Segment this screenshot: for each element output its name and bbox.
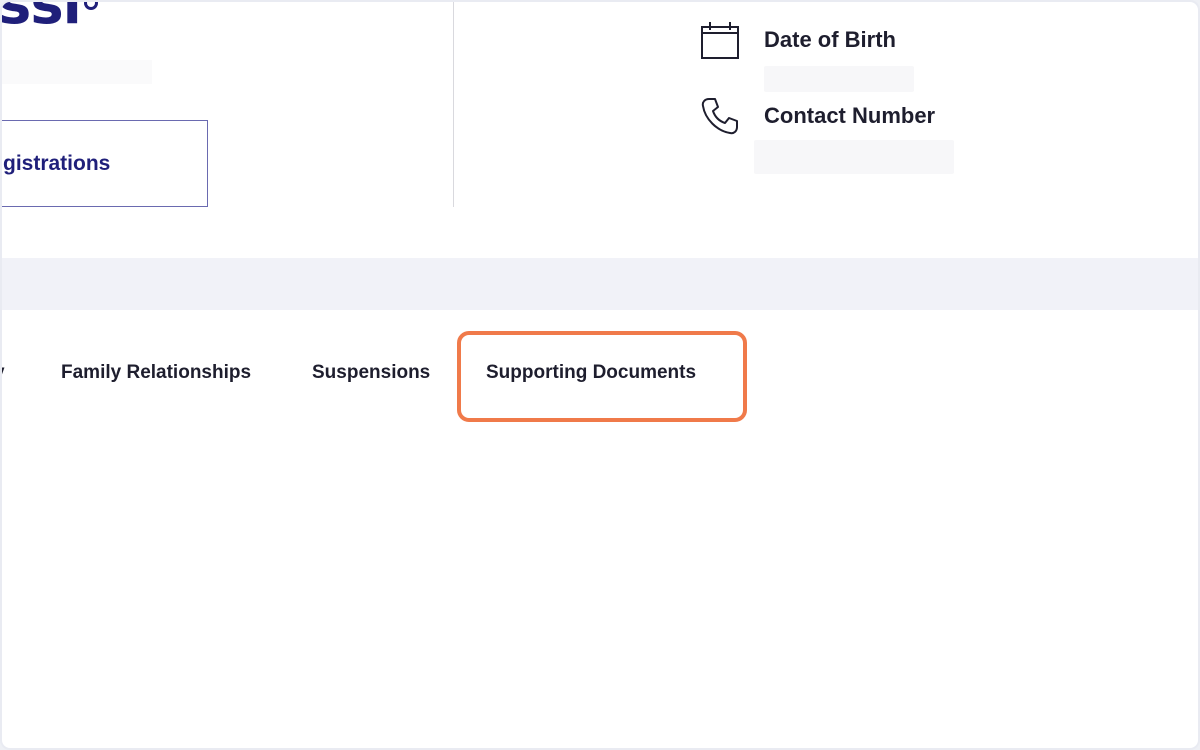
app-frame: ssi gistrations Date of Birth Contact Nu… xyxy=(0,0,1200,750)
section-band xyxy=(2,258,1198,310)
name-badge-icon xyxy=(84,2,98,10)
contact-value xyxy=(754,140,954,174)
header-divider xyxy=(453,2,454,207)
contact-row: Contact Number xyxy=(700,96,935,136)
tab-suspensions[interactable]: Suspensions xyxy=(312,362,430,384)
registrations-button[interactable]: gistrations xyxy=(2,120,208,207)
redacted-subtitle xyxy=(2,60,152,84)
phone-icon xyxy=(701,98,738,135)
calendar-icon xyxy=(701,22,739,59)
patient-name-fragment: ssi xyxy=(0,0,82,37)
dob-row: Date of Birth xyxy=(700,20,896,60)
tab-supporting-documents[interactable]: Supporting Documents xyxy=(486,362,696,384)
contact-label: Contact Number xyxy=(764,103,936,128)
dob-label: Date of Birth xyxy=(764,27,896,52)
tab-partial[interactable]: y xyxy=(2,362,5,384)
dob-value xyxy=(764,66,914,92)
tab-family-relationships[interactable]: Family Relationships xyxy=(61,362,251,384)
